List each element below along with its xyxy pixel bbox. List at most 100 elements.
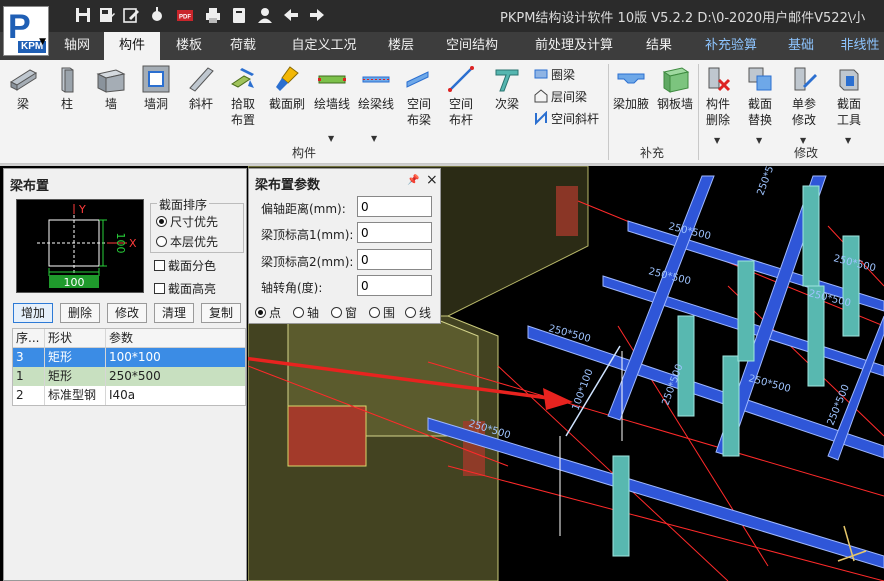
- tab-slab[interactable]: 楼板: [164, 32, 214, 60]
- tab-axis-grid[interactable]: 轴网: [52, 32, 102, 60]
- small-beam-label: 100*100: [570, 368, 595, 412]
- modify-group-label: 修改: [794, 146, 819, 160]
- tab-preprocess[interactable]: 前处理及计算: [524, 32, 624, 60]
- table-row[interactable]: 3 矩形 100*100: [13, 348, 245, 367]
- steel-plate-wall-label: 钢板墙: [656, 97, 693, 111]
- add-button[interactable]: 增加: [13, 303, 53, 323]
- component-group-label: 构件: [292, 146, 317, 160]
- wall-opening-button[interactable]: 墙洞: [138, 64, 174, 112]
- tab-foundation[interactable]: 基础: [778, 32, 824, 60]
- copy-button[interactable]: 复制: [201, 303, 241, 323]
- brace-label: 斜杆: [188, 97, 213, 111]
- pick-layout-label-1: 拾取: [230, 97, 255, 111]
- chevron-down-icon[interactable]: ▼: [371, 134, 377, 143]
- width-dimension: 100: [64, 276, 85, 289]
- column-header-shape[interactable]: 形状: [45, 329, 106, 347]
- wall-opening: [287, 405, 367, 467]
- axis-rotation-input[interactable]: [357, 275, 432, 296]
- draw-wall-line-button[interactable]: 绘墙线: [312, 64, 352, 112]
- replace-section-button[interactable]: 截面 替换: [744, 64, 776, 128]
- edit-icon[interactable]: [122, 6, 140, 24]
- beam-params-panel: 梁布置参数 📌 × 偏轴距离(mm): 梁顶标高1(mm): 梁顶标高2(mm)…: [248, 168, 441, 324]
- space-beam-label-1: 空间: [406, 97, 431, 111]
- print-icon[interactable]: [204, 6, 222, 24]
- offset-distance-input[interactable]: [357, 196, 432, 217]
- mode-fence-radio[interactable]: 围: [369, 304, 395, 321]
- modify-button[interactable]: 修改: [107, 303, 147, 323]
- chevron-down-icon[interactable]: ▼: [714, 136, 720, 145]
- mode-axis-radio[interactable]: 轴: [293, 304, 319, 321]
- wall-button[interactable]: 墙: [94, 64, 128, 112]
- ribbon: 梁 柱 墙 墙洞 斜杆 拾取 布置 截面刷 绘墙线 绘梁线 空间 布梁 空间 布…: [0, 60, 884, 164]
- column-button[interactable]: 柱: [52, 64, 82, 112]
- redo-arrow-icon[interactable]: [308, 6, 326, 24]
- tab-results[interactable]: 结果: [636, 32, 682, 60]
- mode-window-radio[interactable]: 窗: [331, 304, 357, 321]
- mode-line-radio[interactable]: 线: [405, 304, 431, 321]
- pin-icon[interactable]: 📌: [407, 175, 419, 186]
- chevron-down-icon[interactable]: ▼: [756, 136, 762, 145]
- sort-floor-first-radio[interactable]: 本层优先: [156, 233, 218, 250]
- user-icon[interactable]: [256, 6, 274, 24]
- space-brace-button[interactable]: 空间斜杆: [534, 110, 599, 127]
- undo-arrow-icon[interactable]: [282, 6, 300, 24]
- space-member-button[interactable]: 空间 布杆: [444, 64, 478, 128]
- wall-opening: [556, 186, 578, 236]
- tab-nonlinear[interactable]: 非线性: [836, 32, 884, 60]
- top-elevation-2-input[interactable]: [357, 249, 432, 270]
- save-icon[interactable]: [74, 6, 92, 24]
- tab-supplement-check[interactable]: 补充验算: [694, 32, 768, 60]
- sort-floor-first-label: 本层优先: [170, 235, 219, 249]
- section-brush-button[interactable]: 截面刷: [268, 64, 306, 112]
- draw-wall-line-icon: [318, 75, 346, 84]
- pick-layout-button[interactable]: 拾取 布置: [226, 64, 260, 128]
- tab-custom-case[interactable]: 自定义工况: [280, 32, 368, 60]
- single-param-modify-button[interactable]: 单参 修改: [788, 64, 820, 128]
- delete-component-button[interactable]: 构件 删除: [702, 64, 734, 128]
- ring-beam-button[interactable]: 圈梁: [534, 66, 575, 83]
- tab-space-structure[interactable]: 空间结构: [436, 32, 508, 60]
- interlayer-beam-icon: [534, 89, 548, 103]
- column: [722, 355, 740, 457]
- delete-button[interactable]: 删除: [60, 303, 100, 323]
- close-icon[interactable]: ×: [426, 172, 438, 188]
- section-color-checkbox[interactable]: 截面分色: [154, 257, 216, 274]
- tab-floor[interactable]: 楼层: [376, 32, 426, 60]
- sort-size-first-label: 尺寸优先: [170, 215, 219, 229]
- tools-icon[interactable]: [148, 6, 166, 24]
- beam-haunch-button[interactable]: 梁加腋: [612, 64, 650, 112]
- wall-opening-label: 墙洞: [143, 97, 168, 111]
- mode-window-label: 窗: [345, 306, 358, 320]
- tab-components[interactable]: 构件: [104, 32, 160, 60]
- mode-line-label: 线: [419, 306, 432, 320]
- space-beam-label-2: 布梁: [406, 113, 431, 127]
- table-row[interactable]: 1 矩形 250*500: [13, 367, 245, 386]
- beam-button[interactable]: 梁: [6, 64, 40, 112]
- column-header-param[interactable]: 参数: [106, 329, 245, 347]
- book-icon[interactable]: [230, 6, 248, 24]
- chevron-down-icon: ▼: [39, 37, 46, 47]
- interlayer-beam-button[interactable]: 层间梁: [534, 88, 587, 105]
- clean-button[interactable]: 清理: [154, 303, 194, 323]
- mode-point-radio[interactable]: 点: [255, 304, 281, 321]
- sort-size-first-radio[interactable]: 尺寸优先: [156, 213, 218, 230]
- save-as-icon[interactable]: [98, 6, 116, 24]
- chevron-down-icon[interactable]: ▼: [328, 134, 334, 143]
- top-elevation-1-input[interactable]: [357, 222, 432, 243]
- app-logo-button[interactable]: P KPM ▼: [3, 6, 49, 56]
- steel-plate-wall-button[interactable]: 钢板墙: [655, 64, 695, 112]
- table-row[interactable]: 2 标准型钢 I40a: [13, 386, 245, 405]
- column: [802, 185, 820, 287]
- column-header-no[interactable]: 序...: [13, 329, 45, 347]
- chevron-down-icon[interactable]: ▼: [845, 136, 851, 145]
- draw-beam-line-button[interactable]: 绘梁线: [356, 64, 396, 112]
- secondary-beam-button[interactable]: 次梁: [490, 64, 524, 112]
- row-no: 1: [13, 367, 45, 386]
- tab-load[interactable]: 荷载: [218, 32, 268, 60]
- brace-button[interactable]: 斜杆: [184, 64, 218, 112]
- section-highlight-checkbox[interactable]: 截面高亮: [154, 280, 216, 297]
- section-tools-button[interactable]: 截面 工具: [832, 64, 866, 128]
- pdf-icon[interactable]: PDF: [176, 6, 194, 24]
- space-brace-icon: [535, 111, 547, 125]
- space-beam-button[interactable]: 空间 布梁: [402, 64, 436, 128]
